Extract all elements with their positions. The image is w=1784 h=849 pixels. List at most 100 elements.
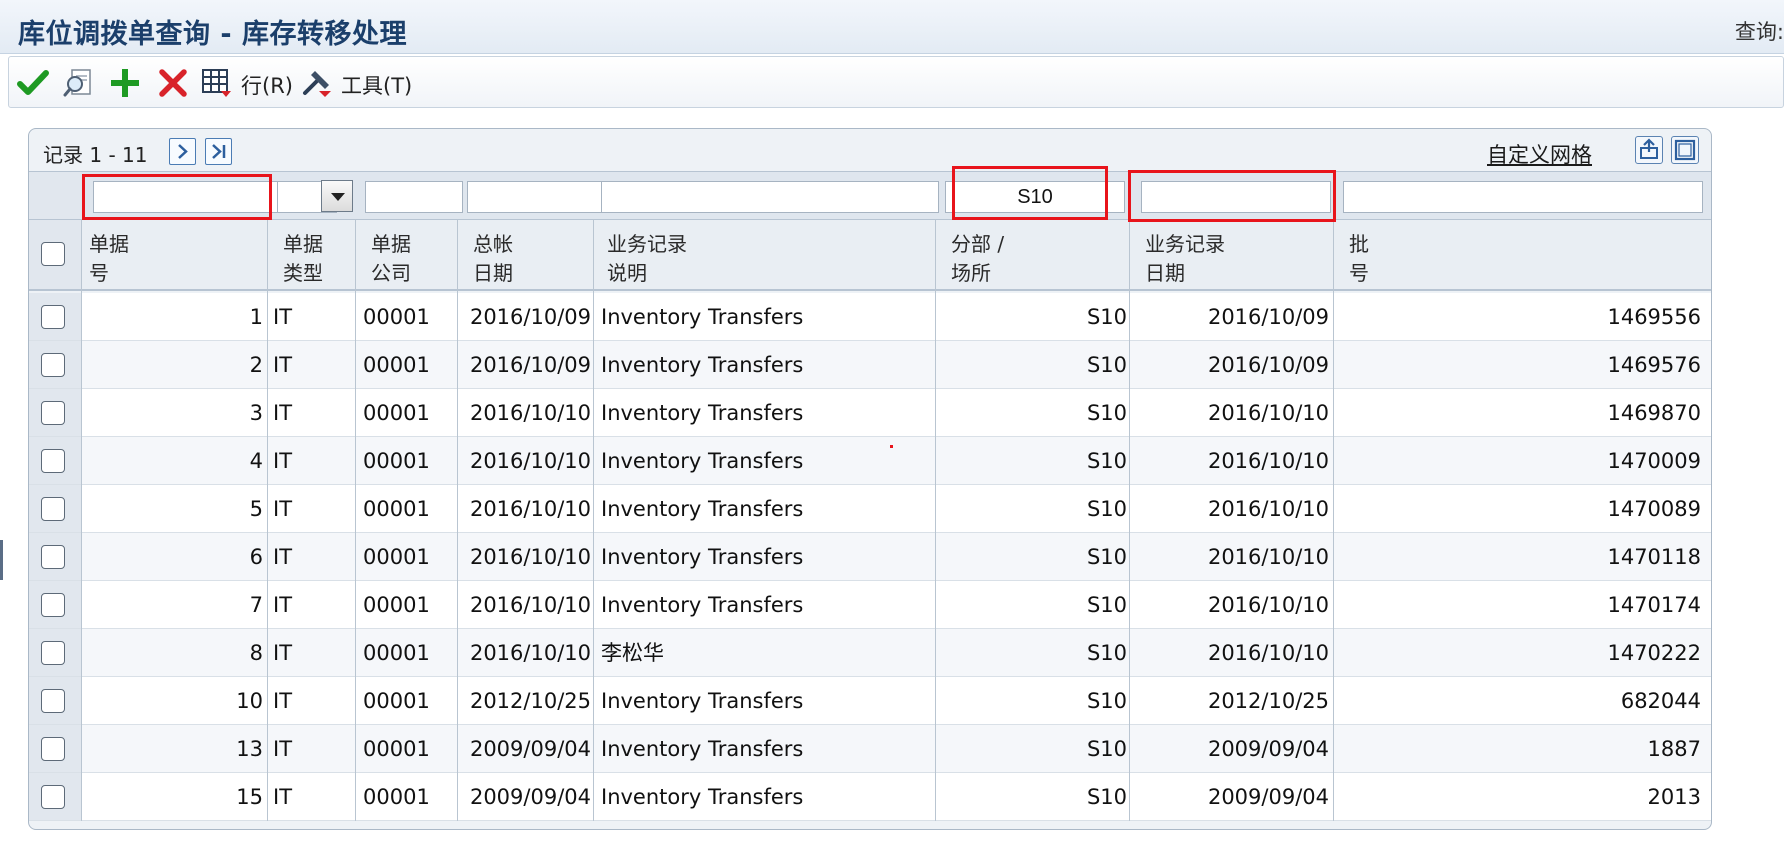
cell-explanation: Inventory Transfers <box>601 785 804 809</box>
row-checkbox[interactable] <box>41 737 65 761</box>
cell-lot-no: 1887 <box>1647 737 1701 761</box>
records-count: 记录 1 - 11 <box>43 143 148 167</box>
plus-icon[interactable] <box>109 67 141 99</box>
table-row[interactable]: 6 IT 00001 2016/10/10 Inventory Transfers S10… <box>29 533 1711 581</box>
cell-transaction-date: 2009/09/04 <box>1207 737 1329 761</box>
filter-gl-date[interactable] <box>467 181 603 213</box>
col-doc-company[interactable]: 单据 公司 <box>371 230 411 288</box>
row-checkbox[interactable] <box>41 785 65 809</box>
cell-branch-plant: S10 <box>1086 689 1127 713</box>
query-label[interactable]: 查询: <box>1735 16 1784 46</box>
filter-transaction-date[interactable] <box>1141 181 1331 213</box>
cell-gl-date: 2016/10/10 <box>469 449 591 473</box>
row-select-cell <box>29 533 81 580</box>
x-icon[interactable] <box>157 67 189 99</box>
cell-transaction-date: 2016/10/09 <box>1207 305 1329 329</box>
col-branch-plant[interactable]: 分部 / 场所 <box>951 230 1004 288</box>
cell-branch-plant: S10 <box>1086 785 1127 809</box>
cell-gl-date: 2016/10/10 <box>469 497 591 521</box>
col-doc-no[interactable]: 单据 号 <box>89 230 129 288</box>
cell-branch-plant: S10 <box>1086 497 1127 521</box>
row-select-cell <box>29 341 81 388</box>
doc-type-dropdown-button[interactable] <box>321 180 353 212</box>
cell-doc-type: IT <box>273 785 293 809</box>
cell-gl-date: 2016/10/09 <box>469 305 591 329</box>
cell-doc-type: IT <box>273 449 293 473</box>
table-row[interactable]: 5 IT 00001 2016/10/10 Inventory Transfers S10… <box>29 485 1711 533</box>
cell-explanation: Inventory Transfers <box>601 449 804 473</box>
cell-transaction-date: 2016/10/10 <box>1207 449 1329 473</box>
col-lot-no[interactable]: 批 号 <box>1349 230 1369 288</box>
filter-doc-company[interactable] <box>365 181 463 213</box>
column-separator <box>267 219 268 821</box>
row-checkbox[interactable] <box>41 593 65 617</box>
filter-branch-plant[interactable] <box>945 181 1125 213</box>
tools-icon[interactable] <box>301 67 333 99</box>
column-separator <box>1333 219 1334 821</box>
cell-doc-type: IT <box>273 401 293 425</box>
cell-branch-plant: S10 <box>1086 353 1127 377</box>
row-select-cell <box>29 437 81 484</box>
row-checkbox[interactable] <box>41 401 65 425</box>
customize-grid-link[interactable]: 自定义网格 <box>1487 139 1592 169</box>
cell-doc-no: 15 <box>236 785 263 809</box>
row-checkbox[interactable] <box>41 449 65 473</box>
col-gl-date[interactable]: 总帐 日期 <box>473 230 513 288</box>
column-separator <box>1129 219 1130 821</box>
cell-doc-no: 2 <box>249 353 263 377</box>
cell-doc-type: IT <box>273 497 293 521</box>
filter-explanation[interactable] <box>601 181 939 213</box>
next-page-button[interactable] <box>169 138 196 165</box>
row-checkbox[interactable] <box>41 641 65 665</box>
table-row[interactable]: 3 IT 00001 2016/10/10 Inventory Transfers S10… <box>29 389 1711 437</box>
export-icon[interactable] <box>1635 136 1663 164</box>
maximize-icon[interactable] <box>1671 136 1699 164</box>
cell-branch-plant: S10 <box>1086 545 1127 569</box>
tools-menu[interactable]: 工具(T) <box>341 70 412 100</box>
table-row[interactable]: 8 IT 00001 2016/10/10 李松华 S10 2016/10/10 147022… <box>29 629 1711 677</box>
cell-transaction-date: 2012/10/25 <box>1207 689 1329 713</box>
cell-lot-no: 2013 <box>1647 785 1701 809</box>
col-doc-type[interactable]: 单据 类型 <box>283 230 323 288</box>
select-all-checkbox[interactable] <box>41 242 65 266</box>
cell-lot-no: 1469870 <box>1607 401 1701 425</box>
filter-lot-no[interactable] <box>1343 181 1703 213</box>
cell-doc-company: 00001 <box>363 305 430 329</box>
page-title: 库位调拨单查询 - 库存转移处理 <box>18 19 408 50</box>
cell-transaction-date: 2016/10/10 <box>1207 401 1329 425</box>
table-row[interactable]: 15 IT 00001 2009/09/04 Inventory Transfers S1… <box>29 773 1711 821</box>
table-row[interactable]: 13 IT 00001 2009/09/04 Inventory Transfers S1… <box>29 725 1711 773</box>
grid-row-icon[interactable] <box>201 67 233 99</box>
row-menu[interactable]: 行(R) <box>241 70 293 100</box>
row-checkbox[interactable] <box>41 497 65 521</box>
column-separator <box>355 219 356 821</box>
col-transaction-date[interactable]: 业务记录 日期 <box>1145 230 1225 288</box>
row-select-cell <box>29 629 81 676</box>
cell-transaction-date: 2009/09/04 <box>1207 785 1329 809</box>
col-explanation[interactable]: 业务记录 说明 <box>607 230 687 288</box>
cell-doc-company: 00001 <box>363 689 430 713</box>
cell-gl-date: 2009/09/04 <box>469 737 591 761</box>
cell-doc-no: 7 <box>249 593 263 617</box>
row-checkbox[interactable] <box>41 545 65 569</box>
cell-branch-plant: S10 <box>1086 401 1127 425</box>
row-checkbox[interactable] <box>41 689 65 713</box>
last-page-button[interactable] <box>205 138 232 165</box>
cell-lot-no: 1470089 <box>1607 497 1701 521</box>
table-row[interactable]: 1 IT 00001 2016/10/09 Inventory Transfers S10… <box>29 293 1711 341</box>
table-row[interactable]: 4 IT 00001 2016/10/10 Inventory Transfers S10… <box>29 437 1711 485</box>
table-row[interactable]: 2 IT 00001 2016/10/09 Inventory Transfers S10… <box>29 341 1711 389</box>
cell-explanation: Inventory Transfers <box>601 401 804 425</box>
cell-gl-date: 2012/10/25 <box>469 689 591 713</box>
table-row[interactable]: 7 IT 00001 2016/10/10 Inventory Transfers S10… <box>29 581 1711 629</box>
table-row[interactable]: 10 IT 00001 2012/10/25 Inventory Transfers S1… <box>29 677 1711 725</box>
cell-doc-type: IT <box>273 305 293 329</box>
row-checkbox[interactable] <box>41 305 65 329</box>
cell-doc-company: 00001 <box>363 353 430 377</box>
cell-explanation: Inventory Transfers <box>601 305 804 329</box>
red-dot-marker <box>890 445 893 448</box>
checkmark-icon[interactable] <box>17 67 49 99</box>
cell-branch-plant: S10 <box>1086 449 1127 473</box>
row-checkbox[interactable] <box>41 353 65 377</box>
search-document-icon[interactable] <box>63 67 95 99</box>
